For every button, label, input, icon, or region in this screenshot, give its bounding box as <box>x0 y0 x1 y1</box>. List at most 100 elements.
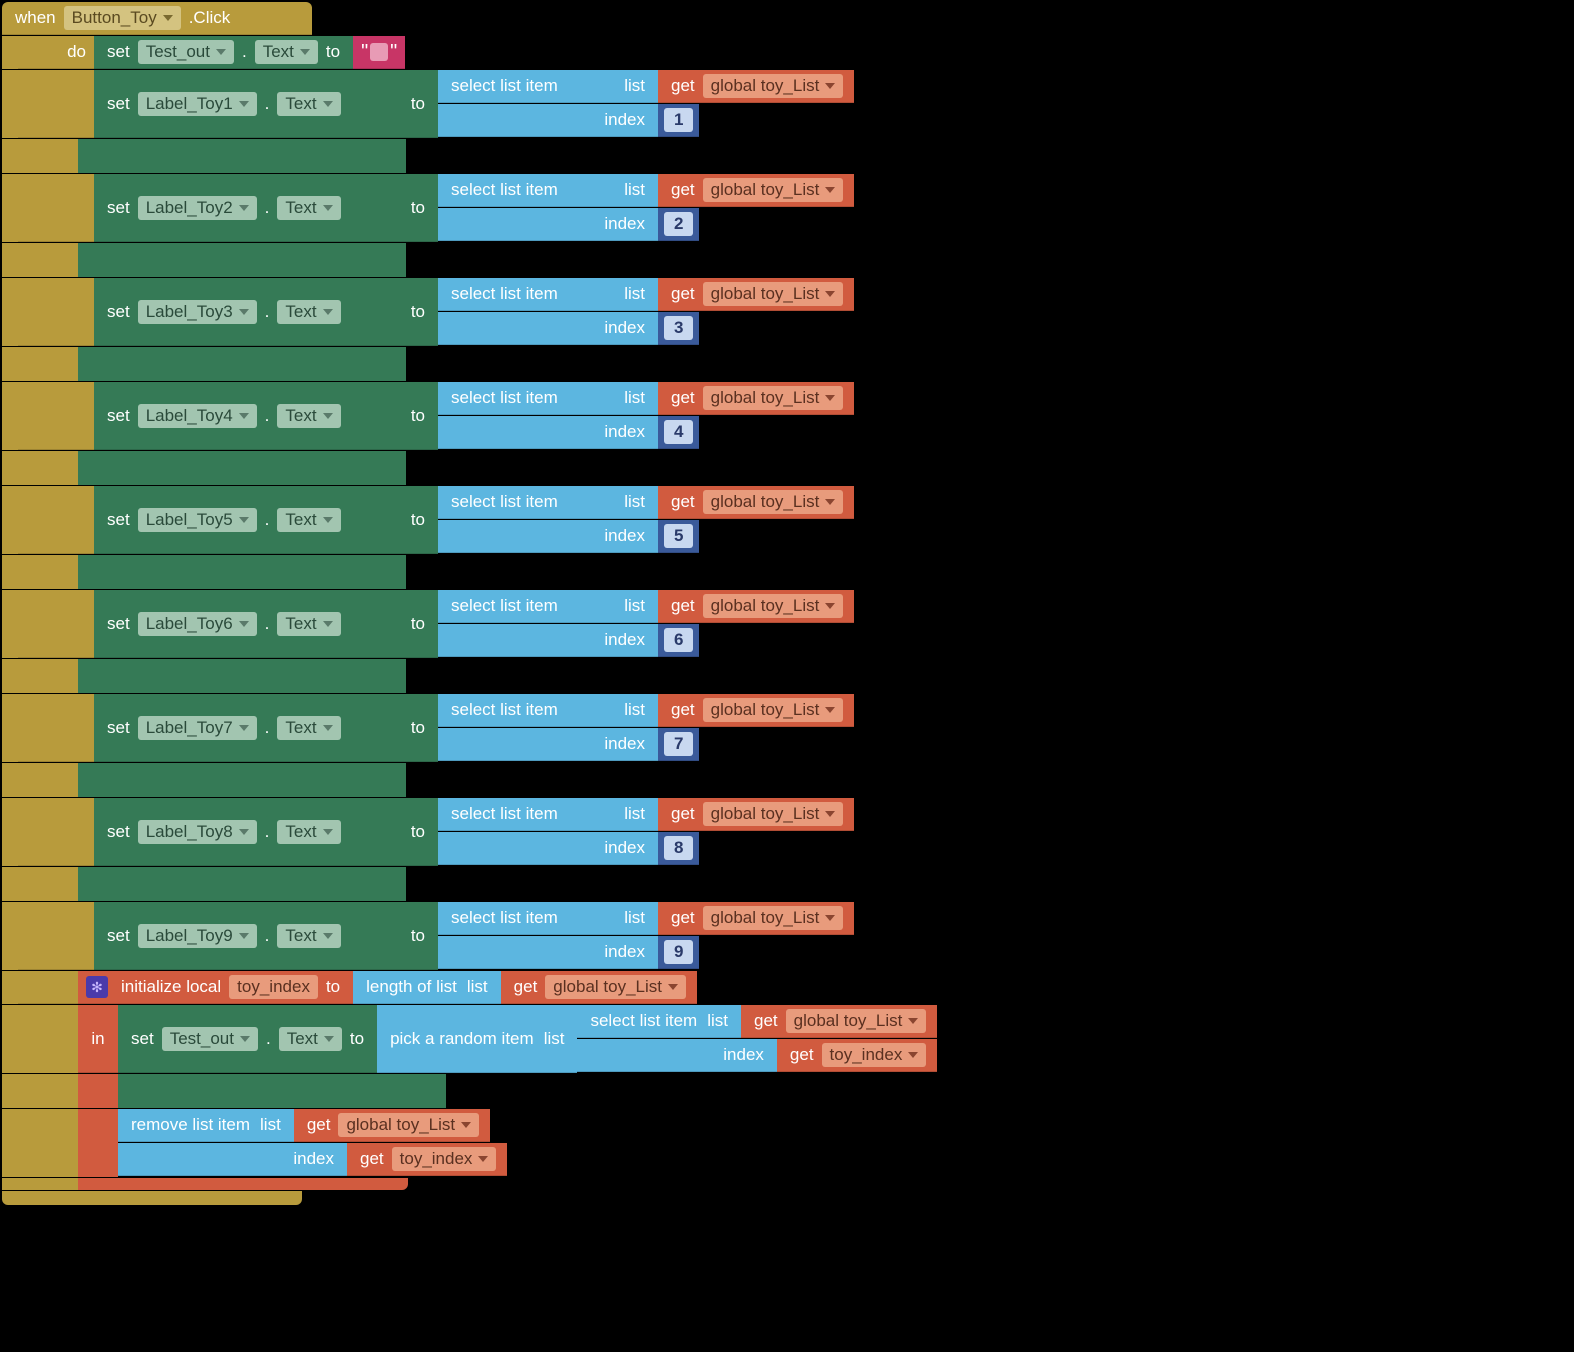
set-block[interactable]: set Label_Toy4 . Text to <box>94 382 438 450</box>
property-dropdown[interactable]: Text <box>277 404 340 428</box>
property-dropdown[interactable]: Text <box>277 924 340 948</box>
get-block[interactable]: get global toy_List <box>658 798 854 831</box>
component-dropdown[interactable]: Label_Toy9 <box>138 924 257 948</box>
number-value[interactable]: 1 <box>664 108 693 132</box>
number-value[interactable]: 5 <box>664 524 693 548</box>
get-block[interactable]: get global toy_List <box>658 278 854 311</box>
set-block[interactable]: set Test_out . Text to <box>118 1005 377 1073</box>
number-value[interactable]: 3 <box>664 316 693 340</box>
component-dropdown[interactable]: Button_Toy <box>64 6 181 30</box>
select-list-item-block[interactable]: select list item list <box>438 278 658 311</box>
var-dropdown[interactable]: global toy_List <box>703 698 844 722</box>
number-block[interactable]: 4 <box>658 416 699 449</box>
property-dropdown[interactable]: Text <box>277 716 340 740</box>
component-dropdown[interactable]: Label_Toy1 <box>138 92 257 116</box>
pick-random-block[interactable]: pick a random item list <box>377 1005 577 1073</box>
select-list-item-block[interactable]: select list item list <box>438 798 658 831</box>
select-list-item-block[interactable]: select list item list <box>438 486 658 519</box>
property-dropdown[interactable]: Text <box>277 508 340 532</box>
component-dropdown[interactable]: Label_Toy8 <box>138 820 257 844</box>
set-block[interactable]: set Label_Toy7 . Text to <box>94 694 438 762</box>
remove-list-item-block[interactable]: remove list item list <box>118 1109 294 1142</box>
get-block[interactable]: get global toy_List <box>658 486 854 519</box>
var-dropdown[interactable]: global toy_List <box>703 490 844 514</box>
set-block[interactable]: set Label_Toy2 . Text to <box>94 174 438 242</box>
get-block[interactable]: get global toy_List <box>658 70 854 103</box>
set-block[interactable]: set Label_Toy3 . Text to <box>94 278 438 346</box>
set-block[interactable]: set Label_Toy5 . Text to <box>94 486 438 554</box>
var-dropdown[interactable]: global toy_List <box>703 386 844 410</box>
number-block[interactable]: 3 <box>658 312 699 345</box>
component-dropdown[interactable]: Label_Toy3 <box>138 300 257 324</box>
set-block[interactable]: set Label_Toy1 . Text to <box>94 70 438 138</box>
number-block[interactable]: 9 <box>658 936 699 969</box>
component-dropdown[interactable]: Test_out <box>162 1027 258 1051</box>
number-block[interactable]: 2 <box>658 208 699 241</box>
select-list-item-block[interactable]: select list item list <box>438 382 658 415</box>
get-global-list[interactable]: get global toy_List <box>741 1005 937 1038</box>
property-dropdown[interactable]: Text <box>277 612 340 636</box>
component-dropdown[interactable]: Label_Toy5 <box>138 508 257 532</box>
var-dropdown[interactable]: toy_index <box>392 1147 497 1171</box>
get-block[interactable]: get global toy_List <box>658 902 854 935</box>
var-dropdown[interactable]: global toy_List <box>703 906 844 930</box>
init-local-block[interactable]: ✻ initialize local toy_index to <box>78 971 353 1004</box>
text-literal-block[interactable]: "" <box>353 36 405 69</box>
number-value[interactable]: 7 <box>664 732 693 756</box>
select-list-item-block[interactable]: select list item list <box>438 70 658 103</box>
var-dropdown[interactable]: global toy_List <box>703 282 844 306</box>
property-dropdown[interactable]: Text <box>277 300 340 324</box>
var-dropdown[interactable]: global toy_List <box>703 802 844 826</box>
number-value[interactable]: 9 <box>664 940 693 964</box>
get-block[interactable]: get global toy_List <box>658 174 854 207</box>
get-global-list[interactable]: get global toy_List <box>294 1109 490 1142</box>
component-dropdown[interactable]: Label_Toy2 <box>138 196 257 220</box>
component-dropdown[interactable]: Test_out <box>138 40 234 64</box>
component-dropdown[interactable]: Label_Toy4 <box>138 404 257 428</box>
set-block[interactable]: set Test_out . Text to <box>94 36 353 69</box>
gear-icon[interactable]: ✻ <box>86 976 108 998</box>
select-list-item-block[interactable]: select list item list <box>438 174 658 207</box>
text-input[interactable] <box>370 43 388 61</box>
number-block[interactable]: 1 <box>658 104 699 137</box>
number-value[interactable]: 2 <box>664 212 693 236</box>
var-dropdown[interactable]: global toy_List <box>703 178 844 202</box>
property-dropdown[interactable]: Text <box>277 92 340 116</box>
number-value[interactable]: 4 <box>664 420 693 444</box>
number-block[interactable]: 8 <box>658 832 699 865</box>
when-block[interactable]: when Button_Toy .Click <box>2 2 312 35</box>
select-list-item-block[interactable]: select list item list <box>438 902 658 935</box>
var-dropdown[interactable]: global toy_List <box>703 594 844 618</box>
set-block[interactable]: set Label_Toy9 . Text to <box>94 902 438 970</box>
property-dropdown[interactable]: Text <box>279 1027 342 1051</box>
get-toy-index[interactable]: get toy_index <box>777 1039 937 1072</box>
property-dropdown[interactable]: Text <box>277 820 340 844</box>
index-slot: index <box>438 520 658 553</box>
var-dropdown[interactable]: global toy_List <box>545 975 686 999</box>
set-block[interactable]: set Label_Toy6 . Text to <box>94 590 438 658</box>
var-dropdown[interactable]: global toy_List <box>338 1113 479 1137</box>
number-block[interactable]: 7 <box>658 728 699 761</box>
select-list-item-block[interactable]: select list item list <box>438 590 658 623</box>
number-value[interactable]: 8 <box>664 836 693 860</box>
get-global-list[interactable]: get global toy_List <box>501 971 697 1004</box>
select-list-item-block[interactable]: select list item list <box>577 1005 741 1038</box>
var-dropdown[interactable]: toy_index <box>822 1043 927 1067</box>
get-block[interactable]: get global toy_List <box>658 590 854 623</box>
length-of-list-block[interactable]: length of list list <box>353 971 501 1004</box>
get-block[interactable]: get global toy_List <box>658 382 854 415</box>
number-value[interactable]: 6 <box>664 628 693 652</box>
component-dropdown[interactable]: Label_Toy6 <box>138 612 257 636</box>
number-block[interactable]: 6 <box>658 624 699 657</box>
property-dropdown[interactable]: Text <box>277 196 340 220</box>
local-var-name[interactable]: toy_index <box>229 975 318 999</box>
property-dropdown[interactable]: Text <box>255 40 318 64</box>
var-dropdown[interactable]: global toy_List <box>786 1009 927 1033</box>
component-dropdown[interactable]: Label_Toy7 <box>138 716 257 740</box>
select-list-item-block[interactable]: select list item list <box>438 694 658 727</box>
var-dropdown[interactable]: global toy_List <box>703 74 844 98</box>
get-toy-index[interactable]: get toy_index <box>347 1143 507 1176</box>
get-block[interactable]: get global toy_List <box>658 694 854 727</box>
set-block[interactable]: set Label_Toy8 . Text to <box>94 798 438 866</box>
number-block[interactable]: 5 <box>658 520 699 553</box>
